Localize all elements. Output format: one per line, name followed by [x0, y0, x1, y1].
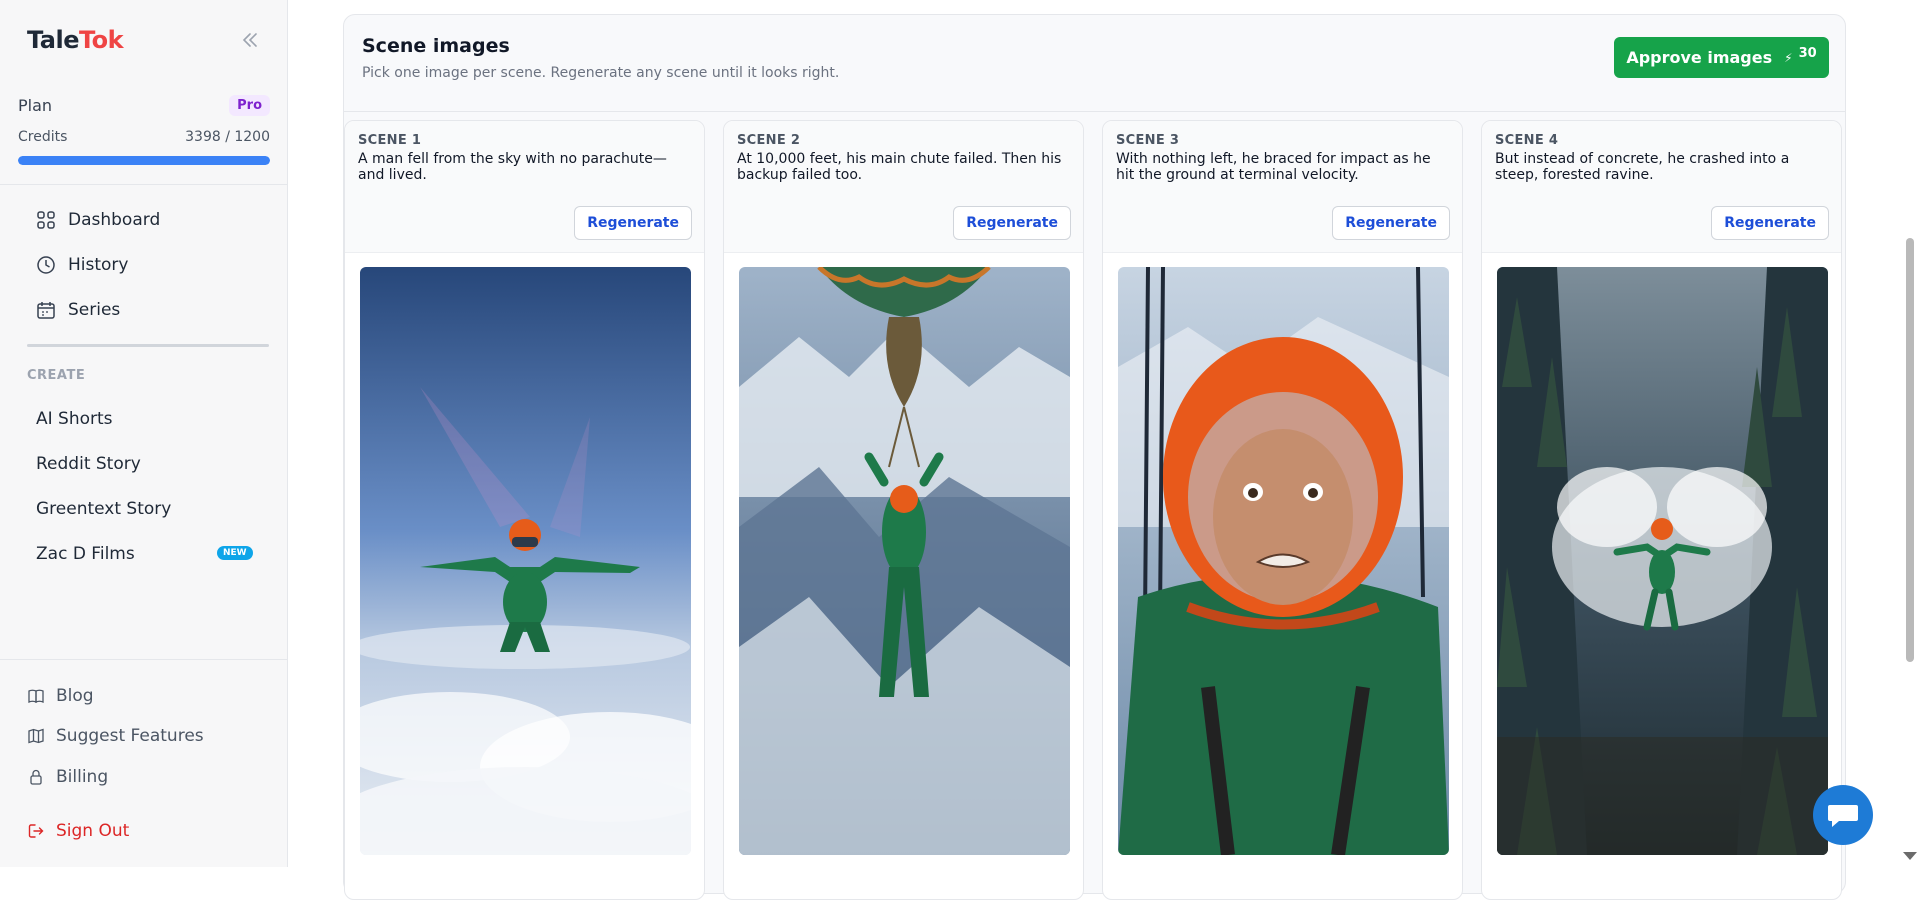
scene-text: With nothing left, he braced for impact … [1116, 151, 1431, 183]
divider [344, 111, 1845, 112]
scene-image-1[interactable] [360, 267, 691, 855]
divider [27, 344, 269, 347]
book-icon [28, 689, 44, 703]
chat-widget-button[interactable] [1813, 785, 1873, 845]
collapse-sidebar-icon[interactable] [240, 30, 260, 50]
sidebar: TaleTok Plan Pro Credits 3398 / 1200 Das… [0, 0, 288, 867]
footer-blog-label: Blog [56, 686, 94, 706]
scene-text: But instead of concrete, he crashed into… [1495, 151, 1790, 183]
credits-value: 3398 / 1200 [185, 129, 270, 145]
plan-label: Plan [18, 96, 53, 115]
scene-label: SCENE 3 [1116, 133, 1180, 148]
create-reddit-story[interactable]: Reddit Story [36, 454, 141, 474]
footer-billing-label: Billing [56, 767, 109, 787]
scene-card-header: SCENE 3 With nothing left, he braced for… [1103, 121, 1462, 253]
nav-series-label: Series [68, 300, 121, 320]
scene-card-1: SCENE 1 A man fell from the sky with no … [344, 120, 705, 900]
credits-label: Credits [18, 129, 68, 145]
divider [0, 184, 287, 185]
regenerate-button[interactable]: Regenerate [1332, 206, 1450, 240]
scene-text: A man fell from the sky with no parachut… [358, 151, 667, 183]
regenerate-button[interactable]: Regenerate [574, 206, 692, 240]
footer-billing[interactable]: Billing [28, 767, 108, 787]
new-badge: NEW [217, 546, 253, 560]
scene-card-header: SCENE 4 But instead of concrete, he cras… [1482, 121, 1841, 253]
scene-card-4: SCENE 4 But instead of concrete, he cras… [1481, 120, 1842, 900]
divider [0, 659, 287, 660]
approve-cost: 30 [1798, 46, 1817, 61]
scene-label: SCENE 2 [737, 133, 801, 148]
approve-images-label: Approve images [1626, 48, 1773, 67]
map-icon [28, 728, 44, 744]
scene-card-header: SCENE 2 At 10,000 feet, his main chute f… [724, 121, 1083, 253]
footer-sign-out[interactable]: Sign Out [28, 821, 129, 841]
calendar-icon [37, 302, 55, 319]
grid-icon [37, 211, 55, 229]
scroll-down-arrow-icon[interactable] [1903, 852, 1917, 860]
regenerate-button[interactable]: Regenerate [1711, 206, 1829, 240]
plan-badge: Pro [229, 95, 270, 116]
credits-row: Credits 3398 / 1200 [18, 129, 270, 145]
footer-blog[interactable]: Blog [28, 686, 94, 706]
scrollbar-thumb[interactable] [1906, 238, 1914, 662]
page-title: Scene images [362, 35, 510, 57]
scene-card-header: SCENE 1 A man fell from the sky with no … [345, 121, 704, 253]
create-heading: CREATE [27, 368, 86, 383]
lock-icon [30, 769, 42, 785]
brand-logo[interactable]: TaleTok [27, 26, 124, 54]
scene-card-3: SCENE 3 With nothing left, he braced for… [1102, 120, 1463, 900]
page-subtitle: Pick one image per scene. Regenerate any… [362, 65, 840, 81]
nav-history-label: History [68, 255, 129, 275]
plan-row: Plan Pro [18, 95, 270, 116]
create-zac-d-films[interactable]: Zac D Films [36, 544, 135, 564]
scene-card-2: SCENE 2 At 10,000 feet, his main chute f… [723, 120, 1084, 900]
sign-out-icon [28, 824, 44, 838]
footer-suggest-features-label: Suggest Features [56, 726, 204, 746]
nav-dashboard[interactable]: Dashboard [36, 210, 160, 230]
scene-image-2[interactable] [739, 267, 1070, 855]
footer-sign-out-label: Sign Out [56, 821, 130, 841]
scene-image-3[interactable] [1118, 267, 1449, 855]
brand-part-1: Tale [27, 26, 79, 54]
scene-label: SCENE 4 [1495, 133, 1559, 148]
create-greentext-story[interactable]: Greentext Story [36, 499, 171, 519]
regenerate-button[interactable]: Regenerate [953, 206, 1071, 240]
scene-label: SCENE 1 [358, 133, 422, 148]
credits-progress-bar [18, 156, 270, 165]
approve-images-button[interactable]: Approve images ⚡ 30 [1614, 37, 1829, 78]
nav-history[interactable]: History [36, 255, 128, 275]
nav-dashboard-label: Dashboard [68, 210, 161, 230]
lightning-icon: ⚡ [1784, 50, 1793, 65]
scene-text: At 10,000 feet, his main chute failed. T… [737, 151, 1062, 183]
chat-bubble-icon [1828, 805, 1858, 827]
scene-images-panel: Scene images Pick one image per scene. R… [343, 14, 1846, 900]
credits-progress-fill [18, 156, 270, 165]
nav-series[interactable]: Series [36, 300, 120, 320]
footer-suggest-features[interactable]: Suggest Features [28, 726, 204, 746]
brand-part-2: Tok [78, 26, 124, 54]
clock-icon [37, 256, 55, 274]
create-ai-shorts[interactable]: AI Shorts [36, 409, 113, 429]
scene-image-4[interactable] [1497, 267, 1828, 855]
